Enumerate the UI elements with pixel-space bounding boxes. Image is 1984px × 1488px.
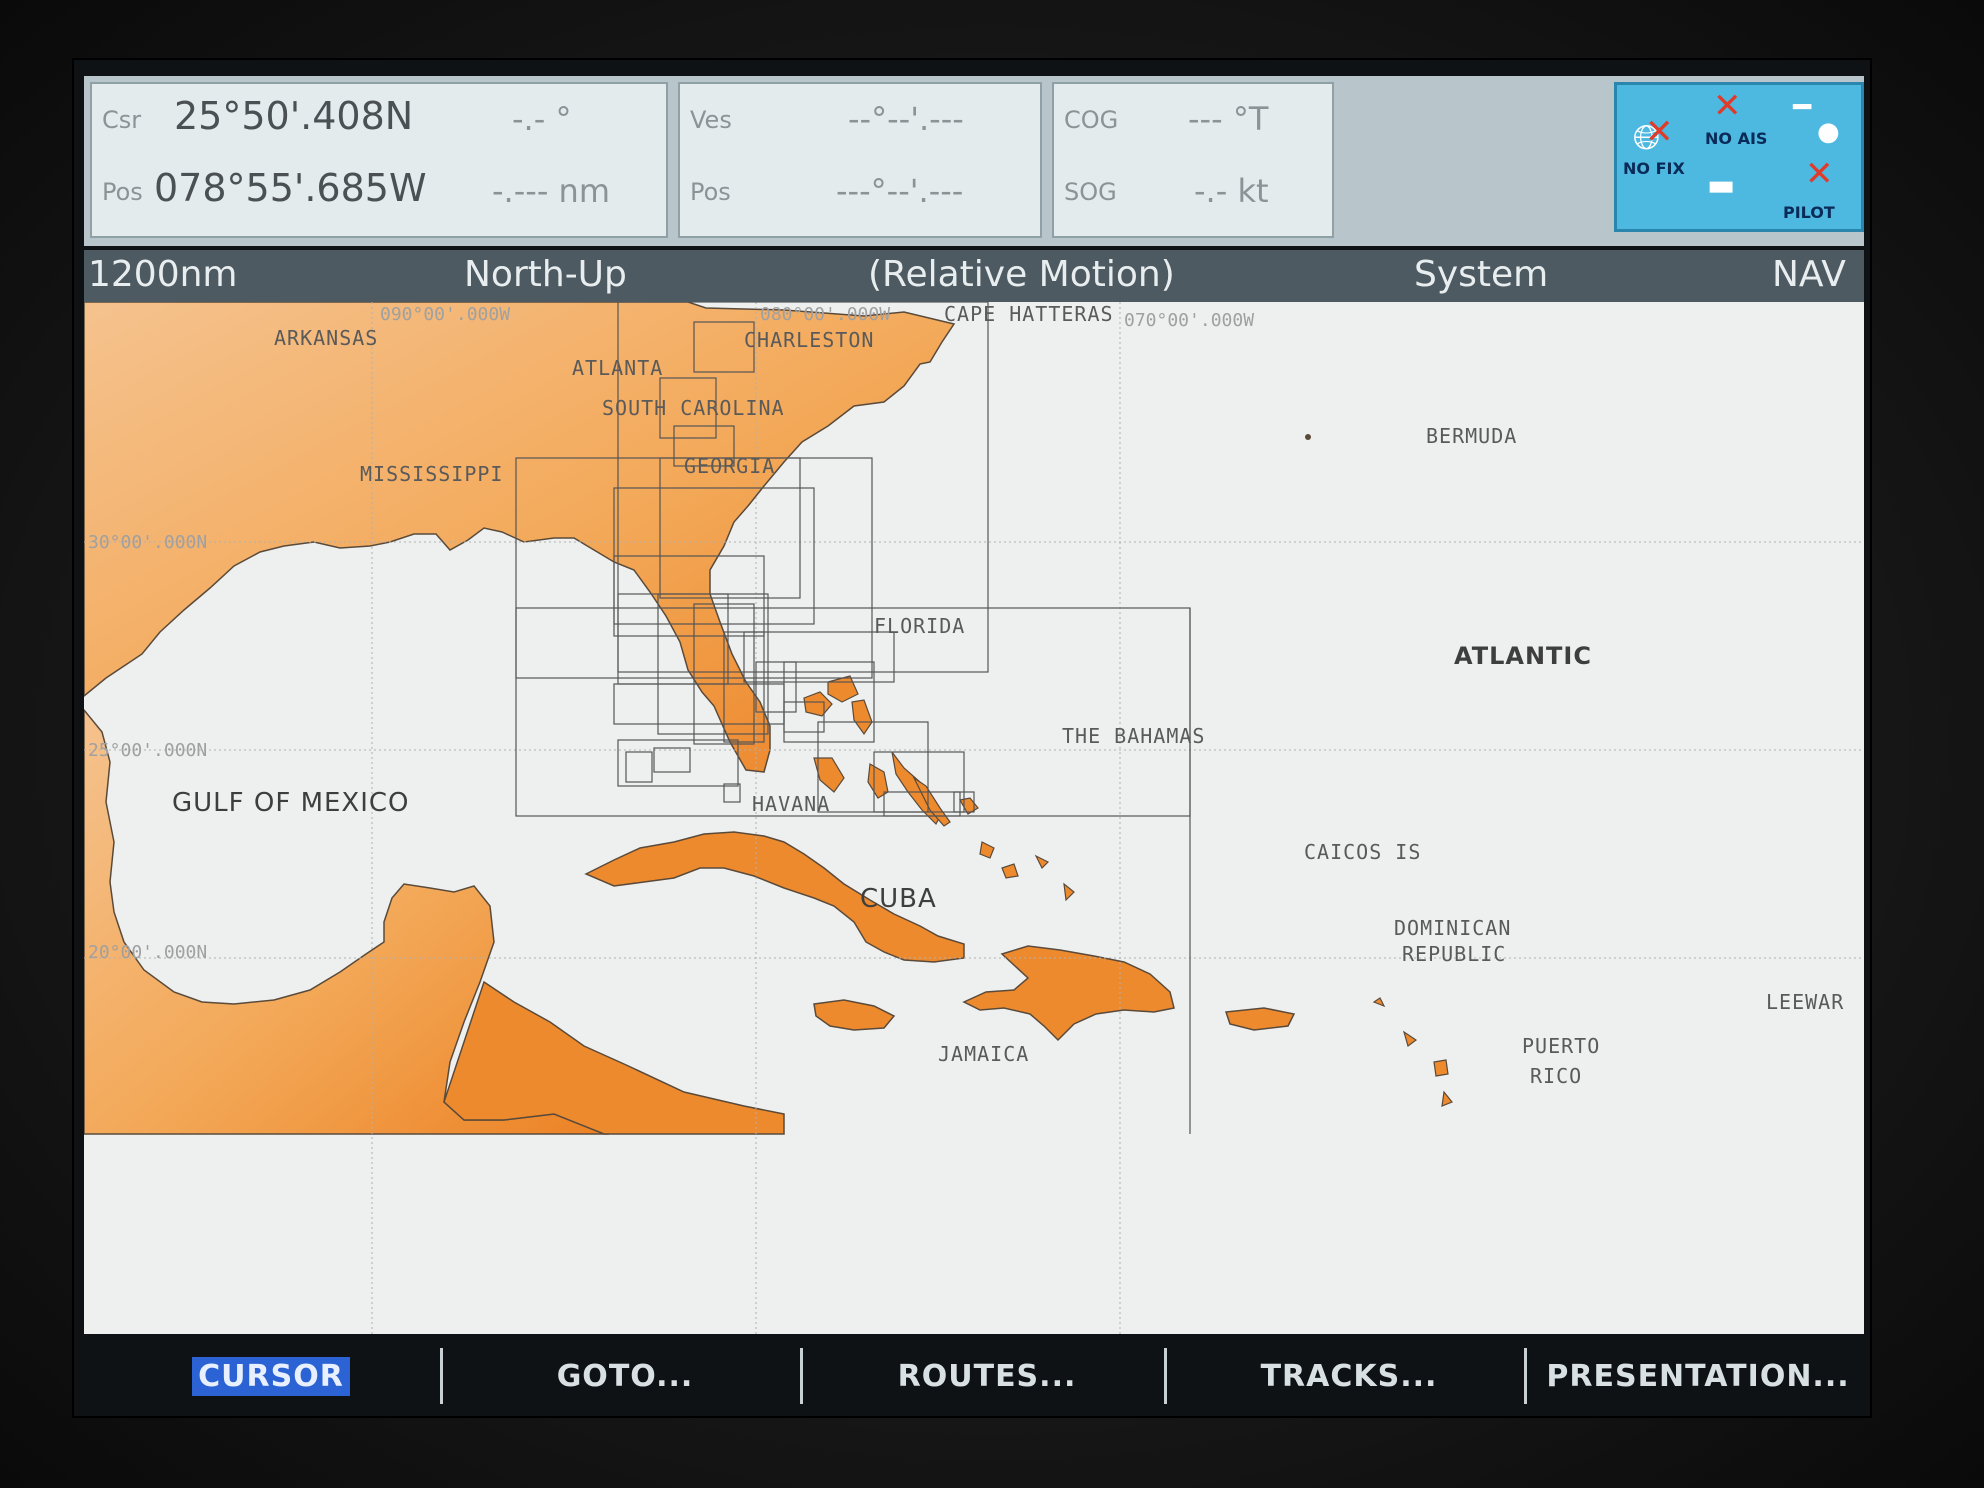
presentation-softkey[interactable]: PRESENTATION... bbox=[1532, 1346, 1864, 1406]
label-charleston: CHARLESTON bbox=[744, 328, 875, 352]
label-gulf-of-mexico: GULF OF MEXICO bbox=[172, 788, 410, 818]
cursor-range: -.--- nm bbox=[492, 172, 610, 210]
label-republic: REPUBLIC bbox=[1402, 942, 1507, 966]
radar-scanner-icon: ━ bbox=[1793, 90, 1812, 125]
course-panel[interactable]: COG --- °T SOG -.- kt bbox=[1052, 82, 1334, 238]
label-cuba: CUBA bbox=[860, 884, 937, 914]
routes-softkey-label: ROUTES... bbox=[897, 1358, 1077, 1394]
status-indicator-box[interactable]: 🌐︎ ✕ NO FIX ✕ NO AIS ━ ● ▬ ✕ PILOT bbox=[1614, 82, 1864, 232]
vessel-position-panel[interactable]: Ves --°--'.--- Pos ---°--'.--- bbox=[678, 82, 1042, 238]
label-georgia: GEORGIA bbox=[684, 454, 776, 478]
chartplotter-screen: Csr 25°50'.408N -.- ° Pos 078°55'.685W -… bbox=[72, 58, 1872, 1418]
label-havana: HAVANA bbox=[752, 792, 831, 816]
bermuda-dot bbox=[1305, 434, 1311, 440]
label-south-carolina: SOUTH CAROLINA bbox=[602, 396, 785, 420]
central-america-land bbox=[443, 980, 785, 1135]
label-leewar: LEEWAR bbox=[1766, 990, 1845, 1014]
softkey-bar: CURSOR GOTO... ROUTES... TRACKS... PRESE… bbox=[84, 1338, 1864, 1414]
no-ais-cross-icon: ✕ bbox=[1713, 86, 1742, 126]
range-scale[interactable]: 1200nm bbox=[88, 254, 238, 295]
label-mississippi: MISSISSIPPI bbox=[360, 462, 504, 486]
vessel-latitude: --°--'.--- bbox=[848, 100, 964, 138]
cursor-bearing: -.- ° bbox=[512, 100, 572, 138]
status-bar: 1200nm North-Up (Relative Motion) System… bbox=[84, 250, 1864, 302]
motion-mode[interactable]: (Relative Motion) bbox=[868, 254, 1175, 295]
no-ais-label: NO AIS bbox=[1705, 129, 1768, 148]
chart-map[interactable]: 090°00'.000W 080°00'.000W 070°00'.000W 3… bbox=[84, 302, 1864, 1334]
tracks-softkey-label: TRACKS... bbox=[1260, 1358, 1438, 1394]
coord-lon-80: 080°00'.000W bbox=[760, 304, 891, 325]
cog-value: --- °T bbox=[1188, 100, 1269, 138]
vessel-longitude: ---°--'.--- bbox=[836, 172, 964, 210]
pilot-cross-icon: ✕ bbox=[1805, 154, 1834, 194]
csr-label: Csr bbox=[102, 106, 142, 134]
label-rico: RICO bbox=[1530, 1064, 1583, 1088]
presentation-softkey-label: PRESENTATION... bbox=[1546, 1358, 1850, 1394]
coord-lat-20: 20°00'.000N bbox=[88, 942, 208, 963]
label-cape-hatteras: CAPE HATTERAS bbox=[944, 302, 1114, 326]
puerto-rico-land bbox=[1224, 1007, 1296, 1031]
coord-lon-70: 070°00'.000W bbox=[1124, 310, 1255, 331]
label-bermuda: BERMUDA bbox=[1426, 424, 1518, 448]
cursor-softkey-label: CURSOR bbox=[192, 1356, 350, 1396]
label-arkansas: ARKANSAS bbox=[274, 326, 379, 350]
jamaica-land bbox=[813, 999, 896, 1031]
cursor-softkey[interactable]: CURSOR bbox=[192, 1346, 350, 1406]
routes-softkey[interactable]: ROUTES... bbox=[810, 1346, 1164, 1406]
sog-label: SOG bbox=[1064, 178, 1117, 206]
hispaniola-land bbox=[962, 945, 1175, 1042]
label-florida: FLORIDA bbox=[874, 614, 966, 638]
goto-softkey-label: GOTO... bbox=[556, 1358, 694, 1394]
no-fix-cross-icon: ✕ bbox=[1645, 112, 1674, 152]
label-jamaica: JAMAICA bbox=[938, 1042, 1030, 1066]
label-dominican: DOMINICAN bbox=[1394, 916, 1512, 940]
coord-lat-25: 25°00'.000N bbox=[88, 740, 208, 761]
nav-mode[interactable]: NAV bbox=[1772, 254, 1846, 295]
cursor-latitude: 25°50'.408N bbox=[174, 94, 414, 138]
no-fix-label: NO FIX bbox=[1623, 159, 1685, 178]
chart-map-canvas[interactable] bbox=[84, 302, 1864, 1334]
cursor-longitude: 078°55'.685W bbox=[154, 166, 427, 210]
coord-lat-30: 30°00'.000N bbox=[88, 532, 208, 553]
pos-label: Pos bbox=[102, 178, 143, 206]
cursor-position-panel[interactable]: Csr 25°50'.408N -.- ° Pos 078°55'.685W -… bbox=[90, 82, 668, 238]
softkey-divider bbox=[800, 1348, 803, 1404]
label-atlanta: ATLANTA bbox=[572, 356, 664, 380]
radar-dome-icon: ● bbox=[1817, 117, 1840, 147]
softkey-divider bbox=[1164, 1348, 1167, 1404]
cog-label: COG bbox=[1064, 106, 1119, 134]
label-caicos-is: CAICOS IS bbox=[1304, 840, 1422, 864]
tracks-softkey[interactable]: TRACKS... bbox=[1174, 1346, 1524, 1406]
system-menu[interactable]: System bbox=[1414, 254, 1548, 295]
softkey-divider bbox=[1524, 1348, 1527, 1404]
coord-lon-90: 090°00'.000W bbox=[380, 304, 511, 325]
boat-icon: ▬ bbox=[1707, 168, 1736, 203]
sog-value: -.- kt bbox=[1194, 172, 1269, 210]
softkey-divider bbox=[440, 1348, 443, 1404]
orientation-mode[interactable]: North-Up bbox=[464, 254, 627, 295]
label-puerto: PUERTO bbox=[1522, 1034, 1601, 1058]
data-header: Csr 25°50'.408N -.- ° Pos 078°55'.685W -… bbox=[84, 76, 1864, 246]
ves-label: Ves bbox=[690, 106, 732, 134]
label-atlantic: ATLANTIC bbox=[1454, 642, 1592, 670]
pilot-label: PILOT bbox=[1783, 203, 1835, 222]
label-the-bahamas: THE BAHAMAS bbox=[1062, 724, 1206, 748]
vessel-pos-label: Pos bbox=[690, 178, 731, 206]
goto-softkey[interactable]: GOTO... bbox=[450, 1346, 800, 1406]
